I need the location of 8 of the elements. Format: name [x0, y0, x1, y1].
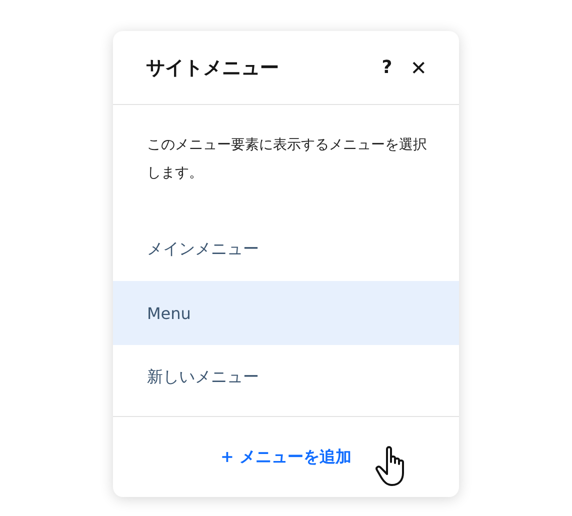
- panel-title: サイトメニュー: [146, 56, 279, 80]
- help-button[interactable]: ?: [380, 56, 394, 80]
- menu-list-item[interactable]: 新しいメニュー: [113, 345, 459, 409]
- menu-list-item[interactable]: メインメニュー: [113, 217, 459, 281]
- close-button[interactable]: ✕: [408, 56, 429, 80]
- add-menu-link[interactable]: + メニューを追加: [214, 446, 358, 468]
- description-text: このメニュー要素に表示するメニューを選択します。: [147, 136, 428, 183]
- menu-list-item[interactable]: Menu: [113, 281, 459, 345]
